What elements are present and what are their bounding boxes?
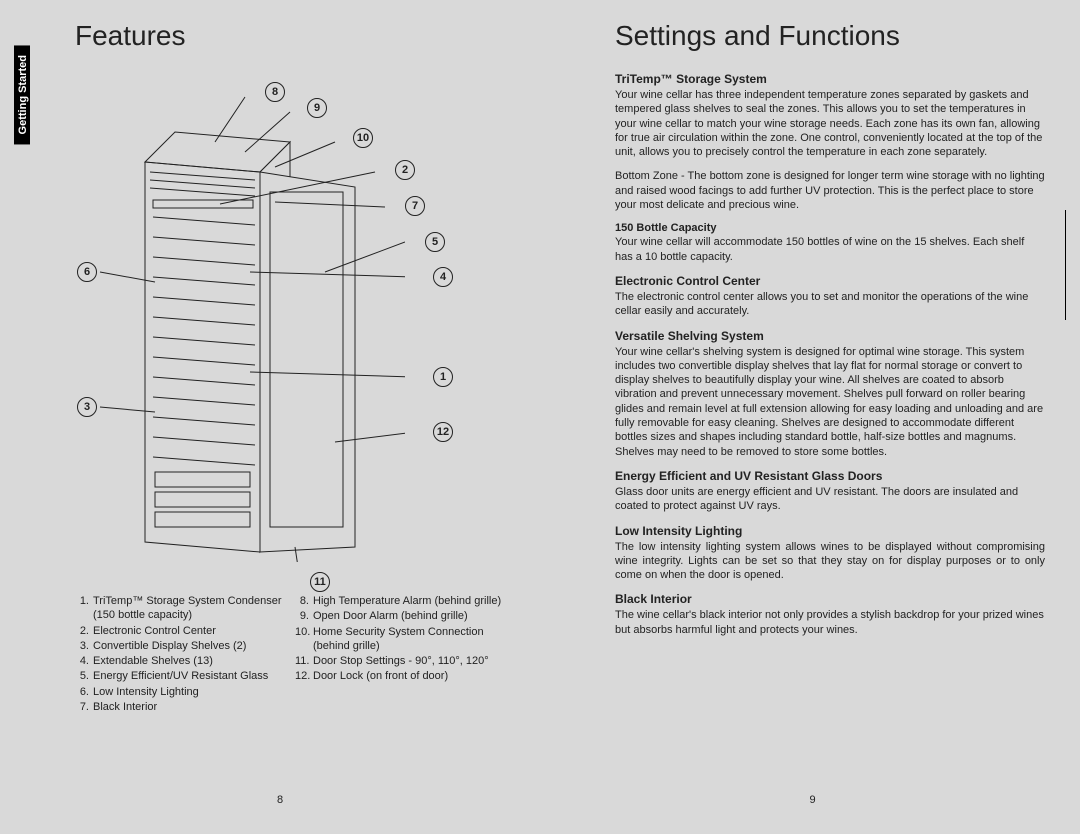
- page-title-left: Features: [75, 20, 530, 52]
- section-tritemp-heading: TriTemp™ Storage System: [615, 72, 1045, 86]
- section-shelving-p: Your wine cellar's shelving system is de…: [615, 345, 1045, 459]
- callout-5: 5: [425, 232, 445, 252]
- page-number-left: 8: [30, 794, 530, 806]
- diagram-area: 8 9 10 2 7 5 4 6 3 1 12 11: [75, 72, 495, 582]
- section-ecc-p: The electronic control center allows you…: [615, 290, 1045, 319]
- section-interior-heading: Black Interior: [615, 592, 1045, 606]
- section-lighting-p: The low intensity lighting system allows…: [615, 540, 1045, 583]
- section-glass-heading: Energy Efficient and UV Resistant Glass …: [615, 469, 1045, 483]
- callout-10: 10: [353, 128, 373, 148]
- callout-7: 7: [405, 196, 425, 216]
- callout-12: 12: [433, 422, 453, 442]
- callout-1: 1: [433, 367, 453, 387]
- section-tritemp-p1: Your wine cellar has three independent t…: [615, 88, 1045, 159]
- section-ecc-heading: Electronic Control Center: [615, 274, 1045, 288]
- callout-6: 6: [77, 262, 97, 282]
- legend-col-a: 1.TriTemp™ Storage System Condenser (150…: [75, 594, 285, 715]
- legend: 1.TriTemp™ Storage System Condenser (150…: [75, 594, 530, 715]
- legend-col-b: 8.High Temperature Alarm (behind grille)…: [295, 594, 505, 715]
- section-capacity-p: Your wine cellar will accommodate 150 bo…: [615, 235, 1045, 264]
- page-right: Settings and Functions TriTemp™ Storage …: [560, 20, 1065, 814]
- page-number-right: 9: [560, 794, 1065, 806]
- section-lighting-heading: Low Intensity Lighting: [615, 524, 1045, 538]
- callout-9: 9: [307, 98, 327, 118]
- section-capacity-heading: 150 Bottle Capacity: [615, 222, 1045, 234]
- callout-3: 3: [77, 397, 97, 417]
- page-left: Features: [30, 20, 530, 814]
- callout-2: 2: [395, 160, 415, 180]
- section-interior-p: The wine cellar's black interior not onl…: [615, 608, 1045, 637]
- section-shelving-heading: Versatile Shelving System: [615, 329, 1045, 343]
- callout-4: 4: [433, 267, 453, 287]
- section-glass-p: Glass door units are energy efficient an…: [615, 485, 1045, 514]
- callout-11: 11: [310, 572, 330, 592]
- page-title-right: Settings and Functions: [615, 20, 1065, 52]
- callout-8: 8: [265, 82, 285, 102]
- section-tritemp-p2: Bottom Zone - The bottom zone is designe…: [615, 169, 1045, 212]
